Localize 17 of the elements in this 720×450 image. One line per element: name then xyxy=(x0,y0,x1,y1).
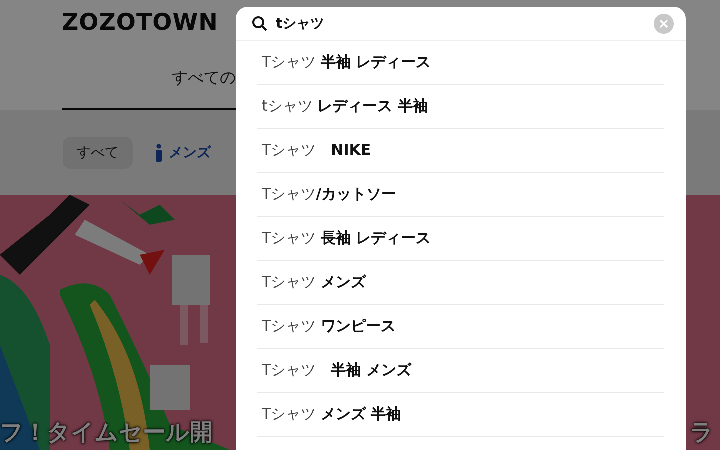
category-tab[interactable]: すべての xyxy=(172,68,236,89)
suggestion-item[interactable]: Tシャツ 半袖 メンズ xyxy=(262,361,412,380)
search-icon xyxy=(252,16,268,32)
suggestion-item[interactable]: Tシャツ メンズ xyxy=(262,273,366,292)
suggestion-item[interactable]: tシャツ レディース 半袖 xyxy=(262,97,428,116)
suggestion-item[interactable]: Tシャツ メンズ 半袖 xyxy=(262,405,402,424)
close-icon[interactable] xyxy=(654,14,674,34)
logo[interactable]: ZOZOTOWN xyxy=(62,10,218,36)
banner-caption: ラ xyxy=(690,419,714,448)
suggestion-item[interactable]: Tシャツ 長袖 レディース xyxy=(262,229,432,248)
suggestion-item[interactable]: Tシャツ 半袖 レディース xyxy=(262,53,432,72)
suggestion-item[interactable]: Tシャツ ワンピース xyxy=(262,317,396,336)
person-icon xyxy=(155,144,163,162)
filter-tab[interactable]: すべて xyxy=(63,136,133,168)
suggestion-item[interactable]: Tシャツ NIKE xyxy=(262,141,372,160)
search-field[interactable]: tシャツ xyxy=(276,16,654,32)
suggestion-item[interactable]: Tシャツ/カットソー xyxy=(262,185,397,204)
